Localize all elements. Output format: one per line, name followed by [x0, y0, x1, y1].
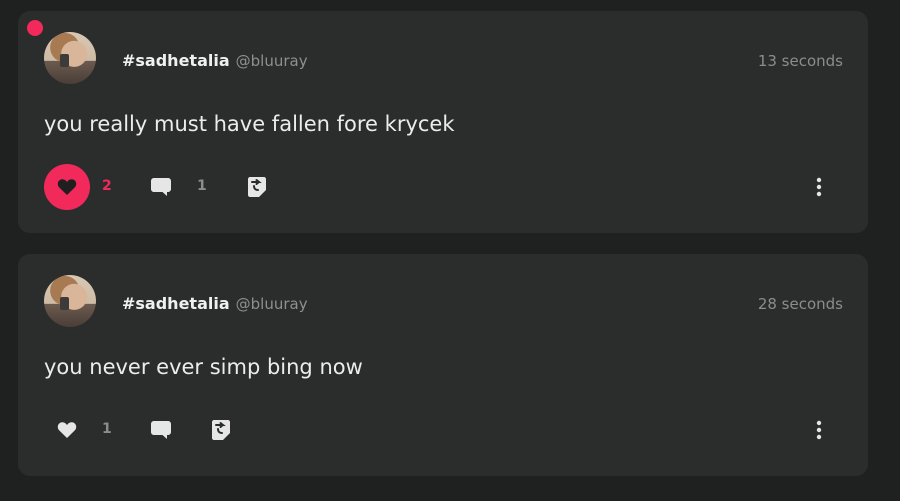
speech-bubble-icon	[151, 178, 171, 196]
reblog-icon	[212, 420, 230, 440]
avatar[interactable]	[44, 275, 96, 327]
comment-count: 1	[197, 178, 207, 194]
post-text: you really must have fallen fore krycek	[44, 112, 455, 136]
post-header: #sadhetalia @bluuray	[122, 51, 308, 73]
like-count: 1	[102, 421, 112, 437]
post-timestamp: 13 seconds	[757, 52, 843, 70]
kebab-menu-icon	[816, 177, 822, 197]
post-timestamp: 28 seconds	[757, 295, 843, 313]
unread-indicator	[27, 20, 43, 36]
post-card[interactable]: #sadhetalia @bluuray 28 seconds you neve…	[18, 254, 868, 476]
post-actions: 2 1	[18, 163, 868, 213]
like-count: 2	[102, 178, 112, 194]
post-handle[interactable]: @bluuray	[236, 295, 308, 313]
post-handle[interactable]: @bluuray	[236, 52, 308, 70]
reblog-button[interactable]	[244, 174, 270, 200]
speech-bubble-icon	[151, 421, 171, 439]
post-tag[interactable]: #sadhetalia	[122, 294, 230, 313]
post-actions: 1	[18, 406, 868, 456]
more-options-button[interactable]	[806, 174, 832, 200]
post-text: you never ever simp bing now	[44, 355, 363, 379]
post-tag[interactable]: #sadhetalia	[122, 51, 230, 70]
post-card[interactable]: #sadhetalia @bluuray 13 seconds you real…	[18, 11, 868, 233]
avatar[interactable]	[44, 32, 96, 84]
like-button[interactable]	[44, 164, 90, 210]
kebab-menu-icon	[816, 420, 822, 440]
heart-icon	[57, 422, 77, 438]
comment-button[interactable]	[148, 174, 174, 200]
heart-icon	[57, 179, 77, 195]
reblog-icon	[248, 177, 266, 197]
comment-button[interactable]	[148, 417, 174, 443]
reblog-button[interactable]	[208, 417, 234, 443]
more-options-button[interactable]	[806, 417, 832, 443]
like-button[interactable]	[44, 407, 90, 453]
post-header: #sadhetalia @bluuray	[122, 294, 308, 316]
